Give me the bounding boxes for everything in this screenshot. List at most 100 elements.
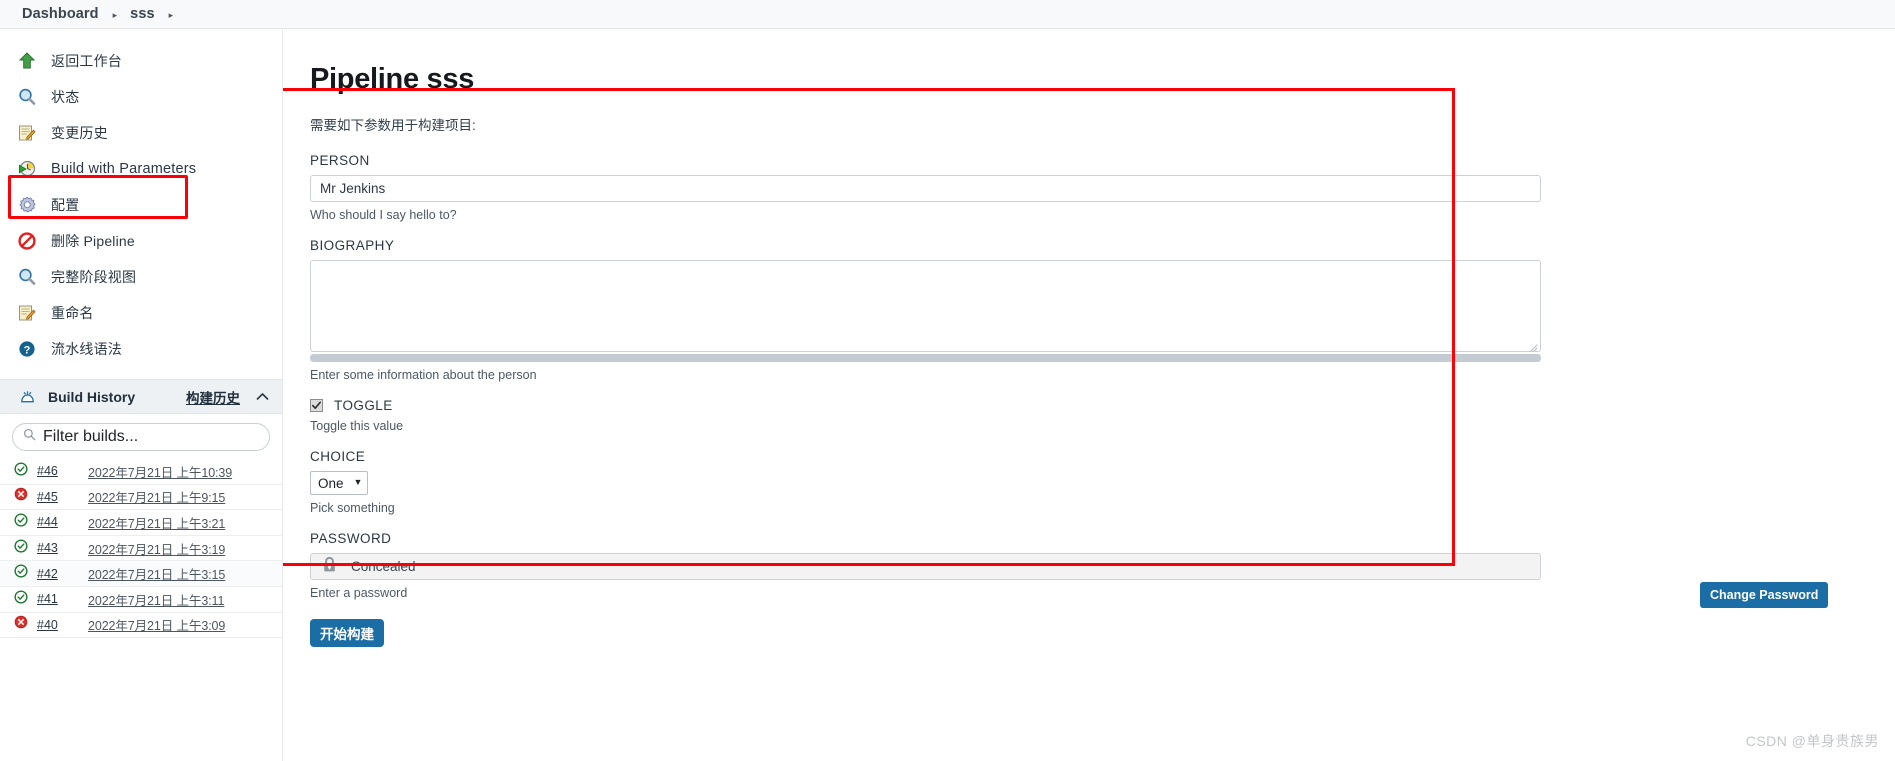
- build-trend-icon: [16, 386, 38, 408]
- sidebar-item-configure[interactable]: 配置: [0, 187, 282, 223]
- toggle-checkbox[interactable]: [310, 399, 323, 412]
- toggle-label: TOGGLE: [334, 398, 393, 413]
- parameters-form: 需要如下参数用于构建项目: PERSON Mr Jenkins Who shou…: [283, 114, 1895, 608]
- build-date[interactable]: 2022年7月21日 上午3:11: [88, 590, 224, 609]
- build-history-row[interactable]: #44 2022年7月21日 上午3:21: [0, 510, 282, 536]
- build-number[interactable]: #45: [37, 490, 79, 504]
- breadcrumb-item-dashboard[interactable]: Dashboard: [22, 6, 99, 22]
- build-history-header: Build History 构建历史: [0, 379, 282, 414]
- sidebar-item-label: 重命名: [51, 305, 94, 321]
- build-date[interactable]: 2022年7月21日 上午3:15: [88, 564, 225, 583]
- build-number[interactable]: #44: [37, 515, 79, 529]
- notepad-edit-icon: [16, 302, 38, 324]
- sidebar-item-label: 返回工作台: [51, 53, 122, 69]
- horizontal-scrollbar[interactable]: [310, 354, 1541, 362]
- sidebar-item-label: 完整阶段视图: [51, 269, 137, 285]
- build-history-row[interactable]: #40 2022年7月21日 上午3:09: [0, 613, 282, 639]
- search-icon: [23, 428, 36, 446]
- sidebar-item-build-with-parameters[interactable]: Build with Parameters: [0, 151, 282, 187]
- parameter-choice: CHOICE One ▼ Pick something: [310, 449, 1895, 515]
- magnifier-icon: [16, 266, 38, 288]
- lock-icon: [320, 555, 339, 579]
- sidebar-item-label: 状态: [51, 89, 80, 105]
- sidebar: 返回工作台 状态 变更历史 Build with Parameters 配置 删…: [0, 29, 283, 761]
- build-filter-wrapper: Filter builds...: [0, 414, 282, 459]
- main-content: Pipeline sss 需要如下参数用于构建项目: PERSON Mr Jen…: [283, 29, 1895, 761]
- parameter-biography: BIOGRAPHY Enter some information about t…: [310, 238, 1895, 382]
- parameter-label: PASSWORD: [310, 531, 392, 546]
- password-input-value: Concealed: [351, 559, 416, 574]
- sidebar-item-status[interactable]: 状态: [0, 79, 282, 115]
- build-date[interactable]: 2022年7月21日 上午3:09: [88, 615, 225, 634]
- clock-play-icon: [16, 158, 38, 180]
- build-history-list: #46 2022年7月21日 上午10:39 #45 2022年7月21日 上午…: [0, 459, 282, 639]
- notepad-edit-icon: [16, 122, 38, 144]
- build-history-row[interactable]: #42 2022年7月21日 上午3:15: [0, 561, 282, 587]
- resize-handle-icon[interactable]: [1528, 339, 1538, 352]
- breadcrumb-dropdown-icon[interactable]: ▸: [155, 10, 187, 20]
- chevron-down-icon: ▼: [353, 477, 363, 487]
- build-date[interactable]: 2022年7月21日 上午3:21: [88, 513, 225, 532]
- choice-select[interactable]: One ▼: [310, 471, 369, 495]
- build-date[interactable]: 2022年7月21日 上午3:19: [88, 539, 225, 558]
- sidebar-item-full-stage-view[interactable]: 完整阶段视图: [0, 259, 282, 295]
- build-number[interactable]: #40: [37, 618, 79, 632]
- chevron-up-icon[interactable]: [250, 389, 269, 404]
- build-history-panel: Build History 构建历史 Filter builds... #46 …: [0, 379, 282, 639]
- gear-icon: [16, 194, 38, 216]
- person-input[interactable]: Mr Jenkins: [310, 175, 1541, 202]
- scrollbar-thumb[interactable]: [310, 354, 1541, 362]
- parameter-label: BIOGRAPHY: [310, 238, 395, 253]
- watermark: CSDN @单身贵族男: [1745, 733, 1879, 749]
- password-row: Concealed: [310, 553, 1895, 580]
- build-date[interactable]: 2022年7月21日 上午10:39: [88, 462, 232, 481]
- build-history-row[interactable]: #41 2022年7月21日 上午3:11: [0, 587, 282, 613]
- build-history-row[interactable]: #43 2022年7月21日 上午3:19: [0, 536, 282, 562]
- build-history-row[interactable]: #45 2022年7月21日 上午9:15: [0, 485, 282, 511]
- biography-textarea[interactable]: [310, 260, 1541, 352]
- parameter-label: CHOICE: [310, 449, 366, 464]
- build-history-title: Build History: [48, 388, 136, 405]
- form-description: 需要如下参数用于构建项目:: [310, 118, 476, 133]
- parameter-toggle: TOGGLE Toggle this value: [310, 398, 1895, 433]
- sidebar-item-rename[interactable]: 重命名: [0, 295, 282, 331]
- build-date[interactable]: 2022年7月21日 上午9:15: [88, 487, 225, 506]
- status-failure-icon: [14, 487, 28, 506]
- status-success-icon: [14, 564, 28, 583]
- person-input-value: Mr Jenkins: [320, 181, 386, 196]
- password-input[interactable]: Concealed: [310, 553, 1541, 580]
- sidebar-item-changes[interactable]: 变更历史: [0, 115, 282, 151]
- build-number[interactable]: #46: [37, 464, 79, 478]
- build-number[interactable]: #43: [37, 541, 79, 555]
- sidebar-item-label: 删除 Pipeline: [51, 233, 135, 249]
- sidebar-item-label: 流水线语法: [51, 341, 122, 357]
- status-success-icon: [14, 513, 28, 532]
- change-password-button[interactable]: Change Password: [1700, 582, 1829, 608]
- search-input[interactable]: Filter builds...: [12, 423, 270, 451]
- build-history-link[interactable]: 构建历史: [186, 387, 240, 407]
- build-number[interactable]: #42: [37, 567, 79, 581]
- toggle-row[interactable]: TOGGLE: [310, 398, 1895, 413]
- breadcrumb-item-sss[interactable]: sss: [130, 6, 155, 22]
- choice-select-value: One: [318, 475, 344, 491]
- up-arrow-icon: [16, 50, 38, 72]
- sidebar-item-back-to-dashboard[interactable]: 返回工作台: [0, 43, 282, 79]
- status-success-icon: [14, 539, 28, 558]
- search-input-placeholder: Filter builds...: [43, 428, 139, 445]
- magnifier-icon: [16, 86, 38, 108]
- build-history-row[interactable]: #46 2022年7月21日 上午10:39: [0, 459, 282, 485]
- delete-icon: [16, 230, 38, 252]
- parameter-description: Toggle this value: [310, 419, 404, 433]
- sidebar-item-label: 变更历史: [51, 125, 108, 141]
- build-number[interactable]: #41: [37, 592, 79, 606]
- start-build-button[interactable]: 开始构建: [310, 619, 384, 647]
- sidebar-item-label: Build with Parameters: [51, 161, 197, 177]
- sidebar-item-delete-pipeline[interactable]: 删除 Pipeline: [0, 223, 282, 259]
- parameter-description: Pick something: [310, 501, 395, 515]
- sidebar-item-label: 配置: [51, 197, 80, 213]
- parameter-password: PASSWORD Concealed Enter a password: [310, 531, 1895, 600]
- sidebar-item-pipeline-syntax[interactable]: ? 流水线语法: [0, 331, 282, 367]
- breadcrumb-separator-icon: ▸: [112, 9, 118, 20]
- parameter-description: Enter a password: [310, 586, 408, 600]
- status-success-icon: [14, 590, 28, 609]
